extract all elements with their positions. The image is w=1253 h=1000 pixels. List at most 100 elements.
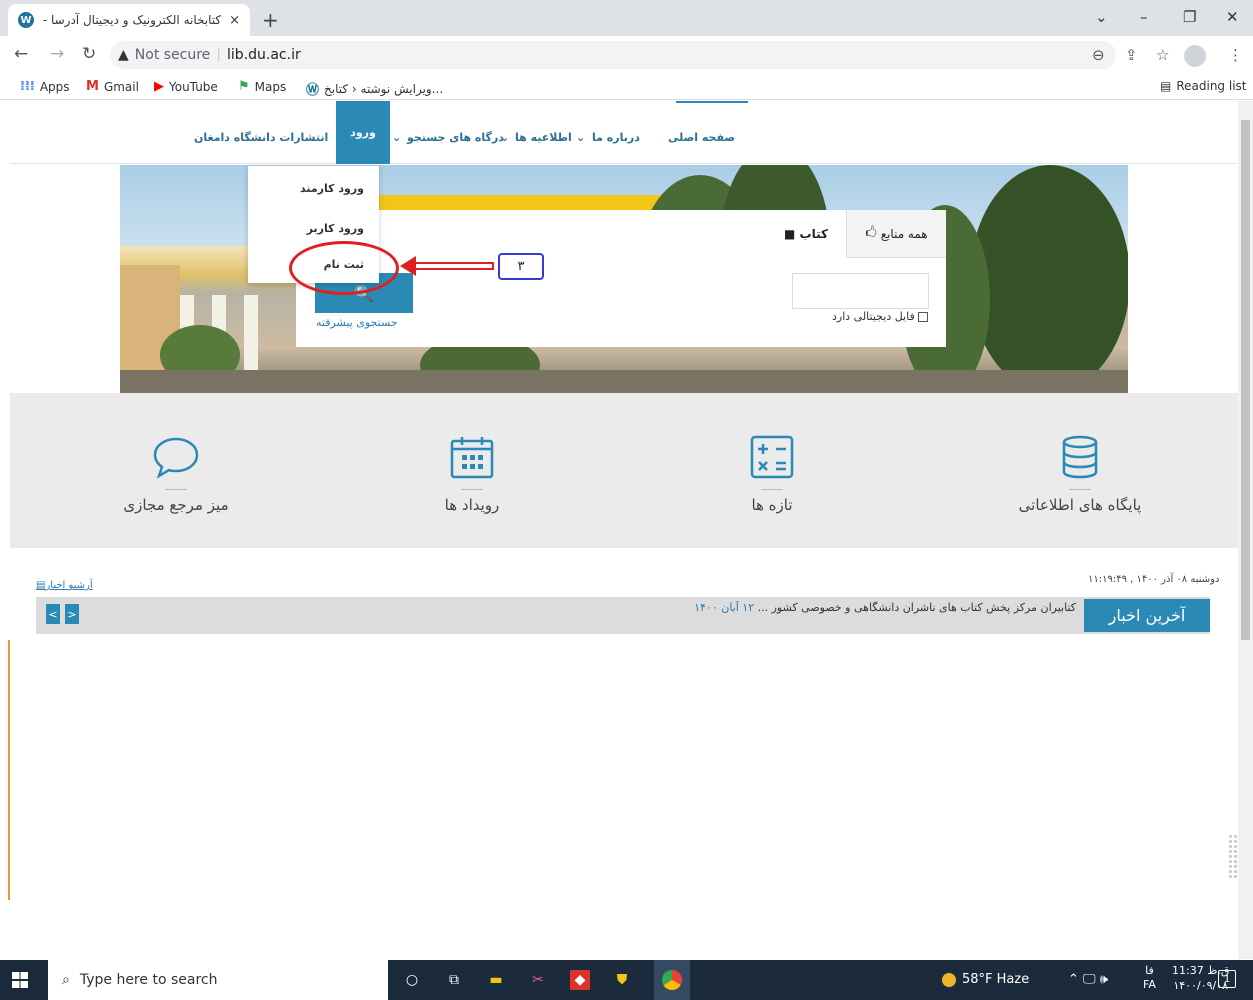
feature-label: پایگاه های اطلاعاتی — [1018, 496, 1142, 514]
browser-tab[interactable]: W کتابخانه الکترونیک و دیجیتال آدرسا - × — [8, 4, 250, 36]
minimize-button[interactable]: – — [1140, 8, 1148, 26]
anydesk-icon[interactable]: ◆ — [570, 970, 590, 990]
advanced-search-link[interactable]: جستجوی پیشرفته — [316, 316, 398, 329]
tab-title: کتابخانه الکترونیک و دیجیتال آدرسا - — [42, 13, 222, 27]
profile-avatar-icon[interactable] — [1184, 45, 1206, 67]
bookmark-label: Gmail — [103, 79, 139, 94]
feature-label: تازه ها — [751, 496, 793, 514]
bookmark-star-icon[interactable]: ☆ — [1156, 46, 1169, 64]
tab-search-chevron-icon[interactable]: ⌄ — [1095, 8, 1108, 26]
database-icon — [980, 433, 1180, 481]
reading-list-button[interactable]: ▤ Reading list — [1160, 79, 1247, 93]
share-icon[interactable]: ⇪ — [1125, 46, 1138, 64]
cortana-icon[interactable]: ○ — [402, 970, 422, 990]
bookmark-gmail[interactable]: M Gmail — [86, 79, 139, 94]
nav-login-label: ورود — [350, 126, 376, 139]
windows-start-icon[interactable] — [12, 972, 28, 988]
notification-center-icon[interactable]: 1 — [1218, 970, 1236, 988]
search-input[interactable] — [792, 273, 929, 309]
nav-announcements[interactable]: اطلاعیه ها — [515, 131, 572, 144]
tab-close-button[interactable]: × — [229, 13, 240, 28]
annotation-step-number: ۳ — [498, 253, 544, 280]
input-language-indicator[interactable]: فا FA — [1143, 964, 1156, 992]
security-label[interactable]: Not secure — [135, 47, 211, 63]
bookmark-maps[interactable]: ⚑ Maps — [238, 79, 286, 94]
feature-label: میز مرجع مجازی — [123, 496, 229, 514]
windows-taskbar: ⌕ Type here to search ○ ⧉ ▬ ✂ ◆ ⛊ 58°F H… — [0, 960, 1253, 1000]
news-item-date: ۱۲ آبان ۱۴۰۰ — [696, 601, 755, 614]
wordpress-icon: Ⓦ — [306, 83, 320, 98]
drag-grid-icon[interactable] — [1228, 834, 1238, 878]
menu-item-user-login[interactable]: ورود کاربر — [307, 222, 364, 235]
nav-about[interactable]: درباره ما — [592, 131, 640, 144]
reading-list-icon: ▤ — [1160, 79, 1172, 93]
site-navbar: انتشارات دانشگاه دامغان ورود ⌄ درگاه های… — [10, 101, 1238, 164]
nav-login[interactable]: ورود — [336, 101, 390, 164]
bookmark-label: YouTube — [169, 79, 218, 94]
new-tab-button[interactable]: + — [262, 8, 279, 32]
notification-count: 1 — [1223, 973, 1231, 985]
nav-home[interactable]: صفحه اصلی — [668, 131, 735, 144]
news-prev-button[interactable]: < — [46, 604, 60, 624]
news-item[interactable]: کتابیران مرکز پخش کتاب های ناشران دانشگا… — [696, 601, 1076, 614]
bookmark-label: Maps — [254, 79, 287, 94]
taskbar-search[interactable]: ⌕ Type here to search — [48, 960, 388, 1000]
calculator-icon — [672, 433, 872, 481]
news-archive-link[interactable]: ▤آرشیو اخبار — [36, 580, 93, 591]
security-shield-icon[interactable]: ⛊ — [612, 970, 632, 990]
restore-button[interactable]: ❐ — [1183, 8, 1196, 26]
weather-widget[interactable]: 58°F Haze — [942, 972, 1029, 987]
news-next-button[interactable]: > — [65, 604, 79, 624]
archive-label: آرشیو اخبار — [45, 580, 93, 591]
address-bar[interactable]: ▲ Not secure | lib.du.ac.ir — [110, 41, 1116, 69]
menu-item-staff-login[interactable]: ورود کارمند — [300, 182, 364, 195]
url-text[interactable]: lib.du.ac.ir — [227, 47, 301, 63]
news-title: آخرین اخبار — [1084, 599, 1210, 632]
bookmark-apps[interactable]: ⁞⁞⁞ Apps — [20, 79, 70, 94]
feature-virtual-reference[interactable]: میز مرجع مجازی — [76, 433, 276, 514]
scrollbar-thumb[interactable] — [1241, 120, 1250, 640]
nav-search-portals[interactable]: درگاه های جستجو — [407, 131, 504, 144]
book-icon: ■ — [784, 227, 800, 241]
zoom-icon[interactable]: ⊖ — [1092, 46, 1105, 64]
nav-publications[interactable]: انتشارات دانشگاه دامغان — [194, 131, 328, 144]
close-window-button[interactable]: ✕ — [1226, 8, 1239, 26]
feature-new-arrivals[interactable]: تازه ها — [672, 433, 872, 514]
checkbox-box[interactable] — [917, 311, 928, 322]
features-strip: پایگاه های اطلاعاتی تازه ها رویداد ها می… — [10, 393, 1238, 548]
bookmark-label: ویرایش نوشته ‹ کتابخ... — [324, 81, 444, 96]
bookmark-label: Apps — [39, 79, 70, 94]
bookmark-youtube[interactable]: ▶ YouTube — [154, 79, 218, 94]
annotation-arrowhead — [400, 256, 416, 276]
page-edge-accent — [8, 640, 10, 900]
chrome-menu-icon[interactable]: ⋮ — [1228, 46, 1243, 64]
system-tray-icons[interactable]: ⌃ 🖵 🕪 — [1068, 972, 1108, 987]
youtube-icon: ▶ — [154, 79, 164, 94]
tab-strip: W کتابخانه الکترونیک و دیجیتال آدرسا - ×… — [0, 0, 1253, 36]
feature-databases[interactable]: پایگاه های اطلاعاتی — [980, 433, 1180, 514]
chat-bubble-icon — [76, 433, 276, 481]
tab-all-resources[interactable]: 🖒 همه منابع — [846, 210, 946, 258]
feature-events[interactable]: رویداد ها — [372, 433, 572, 514]
gmail-icon: M — [86, 79, 99, 94]
wordpress-icon: W — [18, 12, 34, 28]
bookmark-wordpress[interactable]: Ⓦ ویرایش نوشته ‹ کتابخ... — [306, 79, 444, 99]
annotation-arrow — [412, 262, 494, 270]
forward-arrow-icon[interactable]: → — [50, 44, 64, 64]
snipping-tool-icon[interactable]: ✂ — [528, 970, 548, 990]
warning-triangle-icon: ▲ — [118, 47, 129, 63]
digital-file-label: فایل دیجیتالی دارد — [832, 310, 915, 323]
task-view-icon[interactable]: ⧉ — [444, 970, 464, 990]
tab-book[interactable]: ■ کتاب — [766, 210, 846, 258]
lang-bottom: FA — [1143, 978, 1156, 991]
back-arrow-icon[interactable]: ← — [14, 44, 28, 64]
chevron-down-icon: ⌄ — [576, 131, 586, 144]
address-separator: | — [216, 47, 222, 63]
chrome-taskbar-icon[interactable] — [654, 960, 690, 1000]
apps-grid-icon: ⁞⁞⁞ — [20, 79, 35, 94]
lang-top: فا — [1145, 964, 1154, 977]
file-explorer-icon[interactable]: ▬ — [486, 970, 506, 990]
bookmarks-bar: ⁞⁞⁞ Apps M Gmail ▶ YouTube ⚑ Maps Ⓦ ویرا… — [0, 74, 1253, 100]
digital-file-checkbox[interactable]: فایل دیجیتالی دارد — [832, 310, 928, 323]
reload-icon[interactable]: ↻ — [82, 44, 96, 64]
